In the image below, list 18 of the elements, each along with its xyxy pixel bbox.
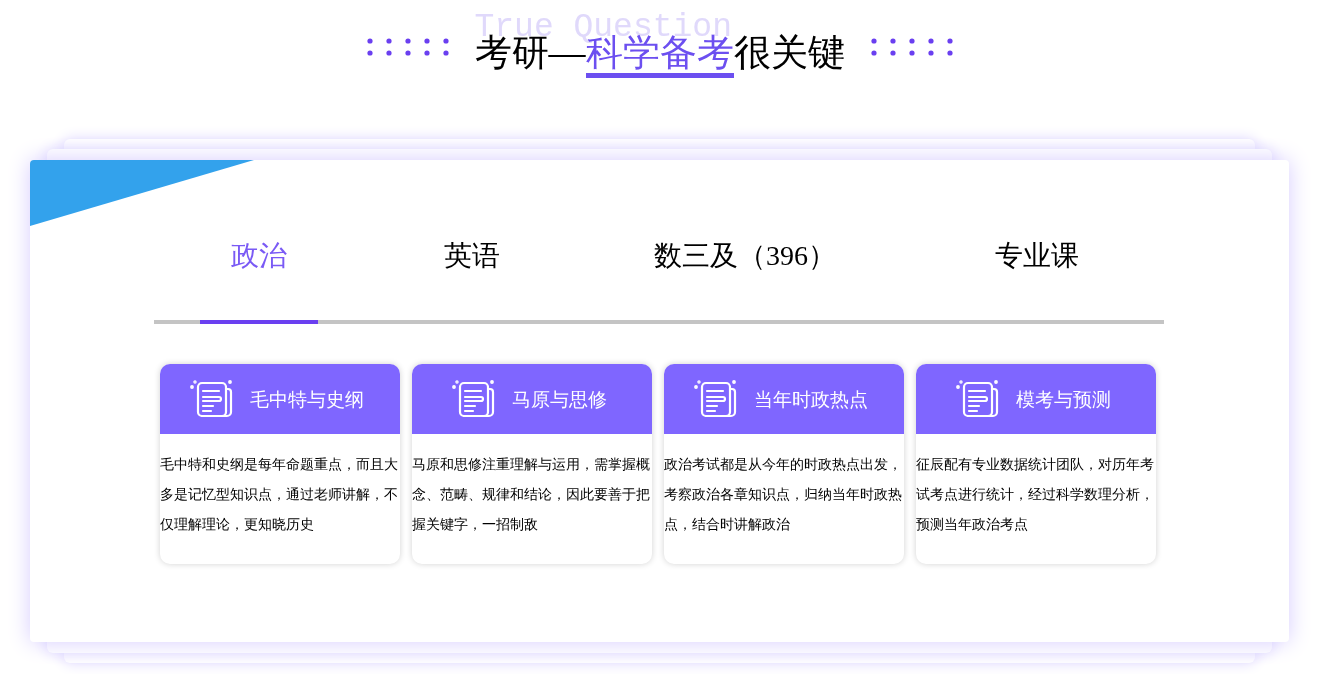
card-description: 马原和思修注重理解与运用，需掌握概念、范畴、规律和结论，因此要善于把握关键字，一招制敌 bbox=[412, 455, 651, 534]
subject-tab[interactable]: 专业课 bbox=[910, 236, 1164, 320]
document-icon bbox=[451, 380, 496, 418]
card-title: 当年时政热点 bbox=[754, 386, 868, 412]
card-description: 政治考试都是从今年的时政热点出发，考察政治各章知识点，归纳当年时政热点，结合时讲解政治 bbox=[664, 455, 903, 534]
document-icon bbox=[190, 380, 234, 418]
document-icon bbox=[694, 380, 738, 418]
card-description: 毛中特和史纲是每年命题重点，而且大多是记忆型知识点，通过老师讲解，不仅理解理论，更知晓历史 bbox=[160, 455, 399, 534]
dots-ornament-icon bbox=[870, 38, 953, 56]
card-description: 征辰配有专业数据统计团队，对历年考试考点进行统计，经过科学数理分析，预测当年政治考点 bbox=[916, 455, 1155, 534]
subject-tab[interactable]: 数三及（396） bbox=[580, 236, 910, 320]
subject-tab[interactable]: 英语 bbox=[364, 236, 580, 320]
card-title: 模考与预测 bbox=[1015, 386, 1111, 412]
card-title: 毛中特与史纲 bbox=[250, 386, 364, 412]
subject-tab[interactable]: 政治 bbox=[154, 236, 364, 320]
dots-ornament-icon bbox=[366, 38, 449, 56]
card-title: 马原与思修 bbox=[511, 386, 607, 412]
document-icon bbox=[955, 380, 1000, 418]
